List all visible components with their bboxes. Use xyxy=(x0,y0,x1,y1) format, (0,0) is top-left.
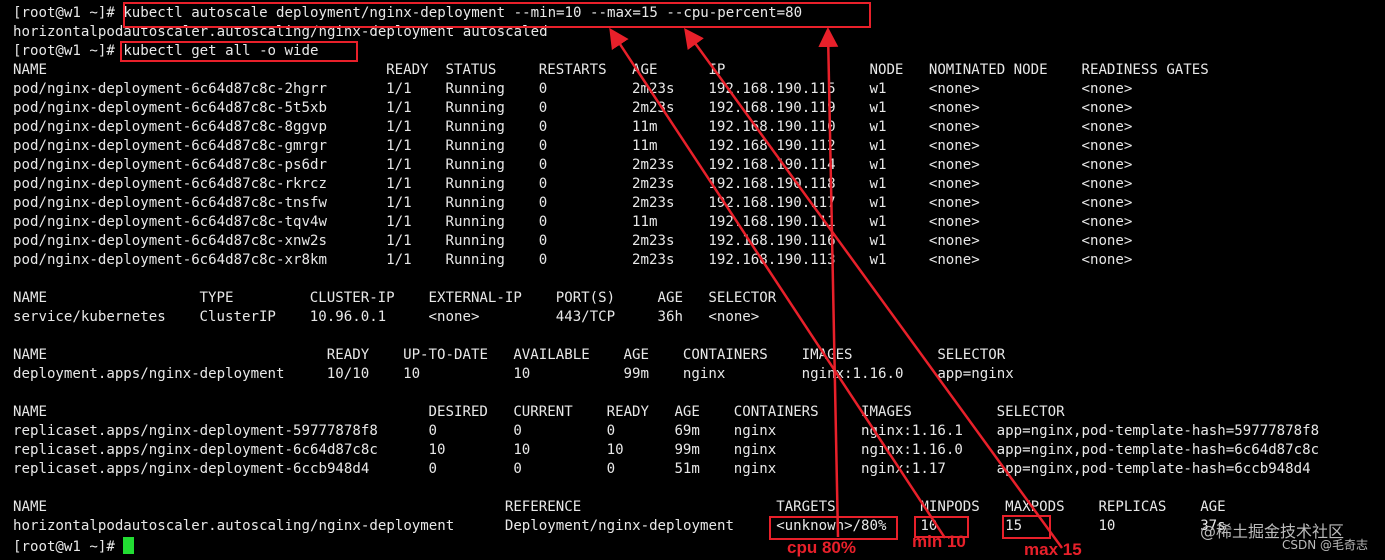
watermark-author: CSDN @毛奇志 xyxy=(1282,538,1369,552)
targets-highlight-box xyxy=(769,516,898,540)
autoscale-command-highlight-box xyxy=(123,2,871,28)
maxpods-highlight-box xyxy=(1002,515,1051,539)
min-arrow xyxy=(609,27,947,539)
max-arrow xyxy=(684,27,1064,549)
get-all-command-highlight-box xyxy=(120,41,358,62)
annotation-min-label: min 10 xyxy=(912,532,966,551)
cpu-arrow xyxy=(818,27,840,538)
annotation-max-label: max 15 xyxy=(1024,540,1082,559)
annotation-cpu-label: cpu 80% xyxy=(787,538,856,557)
annotation-overlay xyxy=(120,2,1064,549)
